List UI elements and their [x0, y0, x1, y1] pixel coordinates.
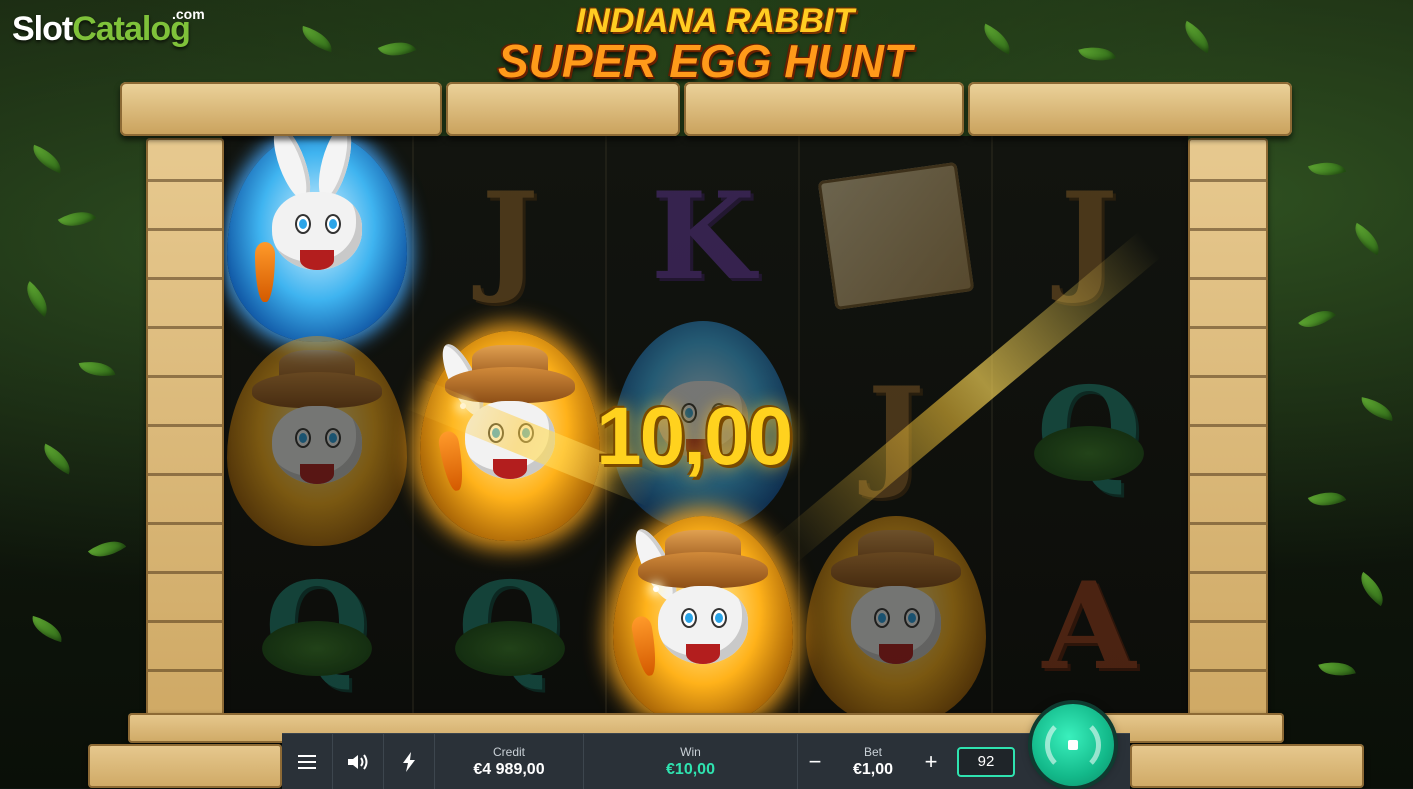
stone-pillar-left: [146, 138, 224, 718]
game-title-line2: SUPER EGG HUNT: [497, 35, 913, 87]
carrot-icon: [436, 429, 468, 493]
turbo-button[interactable]: [384, 734, 435, 789]
credit-label: Credit: [492, 744, 525, 759]
leaf-decoration: [1352, 571, 1392, 607]
symbol-q: Q: [232, 536, 402, 716]
slotcatalog-logo: SlotCatalog .com: [12, 6, 205, 49]
menu-button[interactable]: [282, 734, 333, 789]
leaf-decoration: [1318, 655, 1356, 683]
bet-display: Bet €1,00: [832, 734, 914, 789]
credit-display: Credit €4 989,00: [435, 734, 584, 789]
leaf-decoration: [298, 25, 336, 53]
leaf-decoration: [28, 615, 66, 643]
leaf-decoration: [87, 531, 127, 567]
symbol-treasure-map: [811, 146, 981, 326]
win-amount-overlay: 10,00: [596, 391, 793, 482]
carrot-icon: [255, 242, 275, 302]
symbol-k: K: [650, 165, 756, 307]
leaf-decoration: [1078, 40, 1116, 68]
leaf-decoration: [1177, 20, 1217, 54]
leaf-decoration: [977, 23, 1017, 55]
stone-lintel: [120, 82, 442, 136]
leaf-decoration: [1358, 397, 1396, 421]
hamburger-icon: [298, 754, 316, 769]
stone-lintel: [968, 82, 1292, 136]
leaf-decoration: [1307, 483, 1347, 515]
leaf-decoration: [78, 357, 116, 381]
stop-icon: [1068, 740, 1078, 750]
win-label: Win: [680, 744, 701, 759]
carrot-icon: [629, 614, 661, 678]
leaf-decoration: [1347, 222, 1387, 256]
leaf-decoration: [57, 202, 97, 236]
credit-value: €4 989,00: [473, 760, 545, 778]
spin-icon: [1045, 717, 1101, 773]
win-value: €10,00: [666, 760, 715, 778]
symbol-q: Q: [1004, 341, 1174, 521]
logo-slot-text: Slot: [12, 10, 73, 48]
symbol-a: A: [1042, 555, 1136, 697]
stone-step-left: [88, 744, 282, 788]
bet-label: Bet: [863, 744, 882, 759]
leaf-decoration: [18, 281, 56, 317]
leaf-decoration: [377, 33, 417, 65]
control-bar: Credit €4 989,00 Win €10,00 − Bet €1,00 …: [282, 733, 1130, 789]
logo-com-text: .com: [172, 6, 205, 22]
stone-lintel: [684, 82, 964, 136]
leaf-decoration: [37, 443, 77, 475]
bet-value: €1,00: [852, 760, 894, 778]
leaf-decoration: [1307, 154, 1347, 184]
sound-button[interactable]: [333, 734, 384, 789]
stone-pillar-right: [1188, 138, 1268, 718]
symbol-blue-egg-rabbit: [227, 136, 407, 342]
stone-step-right: [1130, 744, 1364, 788]
speaker-icon: [348, 753, 368, 770]
leaf-decoration: [27, 144, 67, 174]
stone-lintel: [446, 82, 680, 136]
lightning-icon: [403, 751, 415, 772]
symbol-j: J: [481, 165, 539, 307]
leaf-decoration: [1298, 301, 1336, 337]
lines-selector[interactable]: 92: [957, 746, 1015, 777]
lines-cell: 92: [948, 734, 1024, 789]
spin-button[interactable]: [1032, 704, 1114, 786]
win-display: Win €10,00: [584, 734, 798, 789]
bet-decrease-button[interactable]: −: [798, 734, 832, 789]
bet-increase-button[interactable]: +: [914, 734, 948, 789]
symbol-q: Q: [425, 536, 595, 716]
